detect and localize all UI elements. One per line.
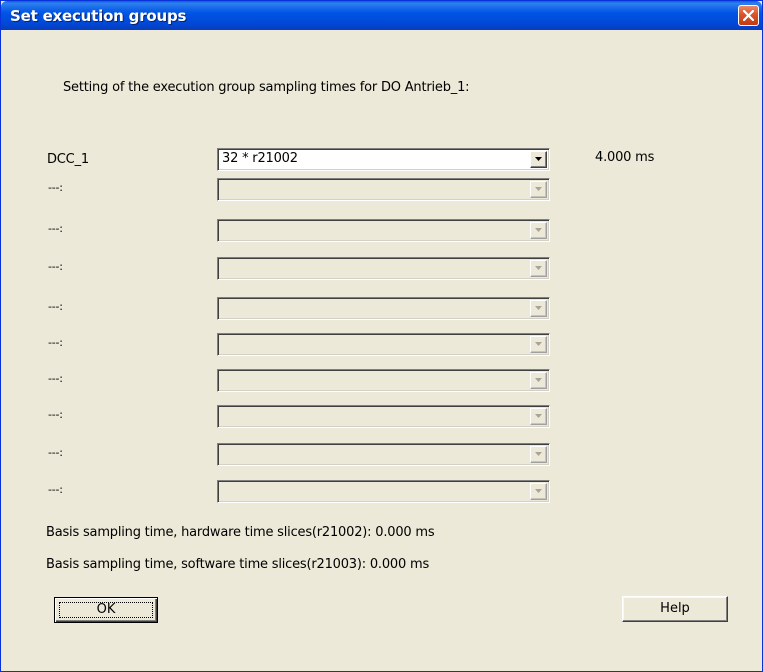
sampling-time-combo-disabled	[217, 297, 550, 320]
hardware-basis-text: Basis sampling time, hardware time slice…	[46, 525, 435, 540]
dropdown-button	[530, 181, 547, 198]
help-button-label: Help	[660, 601, 690, 616]
row-label: ---:	[48, 260, 63, 273]
dialog-client-area: Setting of the execution group sampling …	[1, 30, 762, 671]
dropdown-arrow-icon	[535, 266, 542, 270]
dropdown-button	[530, 336, 547, 353]
sampling-time-combo-disabled	[217, 333, 550, 356]
row-label: DCC_1	[47, 152, 89, 167]
row-label: ---:	[48, 372, 63, 385]
row-label: ---:	[48, 300, 63, 313]
sampling-time-combo-disabled	[217, 257, 550, 280]
dropdown-button	[530, 483, 547, 500]
sampling-time-combo-disabled	[217, 443, 550, 466]
sampling-time-combo[interactable]: 32 * r21002	[217, 148, 550, 171]
dropdown-arrow-icon	[535, 306, 542, 310]
row-label: ---:	[48, 483, 63, 496]
dropdown-arrow-icon	[535, 452, 542, 456]
intro-text: Setting of the execution group sampling …	[63, 80, 470, 95]
row-label: ---:	[48, 408, 63, 421]
row-sampling-time: 4.000 ms	[595, 150, 655, 165]
dropdown-button	[530, 222, 547, 239]
dropdown-arrow-icon	[535, 157, 542, 161]
title-bar[interactable]: Set execution groups	[1, 1, 762, 30]
dropdown-arrow-icon	[535, 187, 542, 191]
row-label: ---:	[48, 222, 63, 235]
window-title: Set execution groups	[10, 7, 187, 25]
sampling-time-combo-disabled	[217, 405, 550, 428]
help-button[interactable]: Help	[622, 596, 728, 622]
sampling-time-combo-disabled	[217, 219, 550, 242]
sampling-time-combo-disabled	[217, 480, 550, 503]
dropdown-arrow-icon	[535, 228, 542, 232]
dropdown-arrow-icon	[535, 378, 542, 382]
close-x-icon	[743, 10, 754, 21]
close-button[interactable]	[738, 5, 759, 26]
dropdown-button	[530, 260, 547, 277]
dropdown-button	[530, 300, 547, 317]
dialog-window: Set execution groups Setting of the exec…	[0, 0, 763, 672]
dropdown-arrow-icon	[535, 342, 542, 346]
dropdown-button[interactable]	[530, 151, 547, 168]
sampling-time-combo-disabled	[217, 369, 550, 392]
software-basis-text: Basis sampling time, software time slice…	[46, 557, 430, 572]
row-label: ---:	[48, 181, 63, 194]
combo-value: 32 * r21002	[222, 151, 298, 166]
ok-button-label: OK	[96, 602, 116, 617]
dropdown-button	[530, 372, 547, 389]
row-label: ---:	[48, 336, 63, 349]
ok-button[interactable]: OK	[54, 597, 158, 623]
dropdown-arrow-icon	[535, 414, 542, 418]
dropdown-arrow-icon	[535, 489, 542, 493]
dropdown-button	[530, 408, 547, 425]
dropdown-button	[530, 446, 547, 463]
sampling-time-combo-disabled	[217, 178, 550, 201]
row-label: ---:	[48, 446, 63, 459]
